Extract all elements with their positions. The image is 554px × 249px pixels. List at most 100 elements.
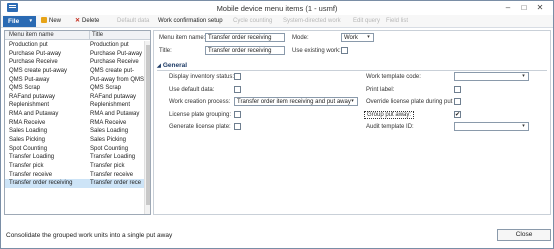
generate-license-plate-label: Generate license plate: bbox=[169, 124, 231, 130]
use-existing-work-label: Use existing work: bbox=[292, 48, 341, 54]
grid-row[interactable]: Production put Production put bbox=[5, 41, 144, 50]
group-put-away-label: Group put away: bbox=[364, 111, 415, 119]
section-divider bbox=[157, 70, 547, 71]
grid-row[interactable]: Replenishment Replenishment bbox=[5, 101, 144, 110]
row-title: Transfer Loading bbox=[90, 154, 136, 161]
status-message: Consolidate the grouped work units into … bbox=[6, 232, 173, 239]
row-menu-item-name: RAFand putaway bbox=[9, 93, 56, 100]
display-inventory-status-label: Display inventory status: bbox=[169, 74, 235, 80]
license-plate-grouping-label: License plate grouping: bbox=[169, 112, 232, 118]
file-label: File bbox=[8, 18, 20, 25]
detail-pane: Menu item name: Transfer order receiving… bbox=[153, 30, 551, 215]
chevron-down-icon: ▾ bbox=[522, 73, 525, 79]
grid-row[interactable]: Sales Picking Sales Picking bbox=[5, 136, 144, 145]
row-menu-item-name: Transfer receive bbox=[9, 171, 53, 178]
row-menu-item-name: Sales Loading bbox=[9, 128, 48, 135]
maximize-button[interactable]: □ bbox=[517, 3, 531, 13]
menu-items-grid: Menu item name Title Production put Produ… bbox=[4, 30, 151, 215]
work-creation-process-value: Transfer order item receiving and put aw… bbox=[237, 99, 351, 105]
system-directed-work-button[interactable]: System-directed work bbox=[283, 16, 341, 27]
row-title: Spot Counting bbox=[90, 145, 129, 152]
row-menu-item-name: QMS create put-away bbox=[9, 67, 68, 74]
title-label: Title: bbox=[159, 48, 172, 54]
generate-license-plate-checkbox[interactable] bbox=[234, 123, 241, 130]
row-title: Replenishment bbox=[90, 102, 131, 109]
mode-select[interactable]: Work ▾ bbox=[341, 33, 374, 42]
grid-row[interactable]: Transfer Loading Transfer Loading bbox=[5, 153, 144, 162]
grid-row[interactable]: Transfer pick Transfer pick bbox=[5, 162, 144, 171]
menu-item-name-label: Menu item name: bbox=[159, 35, 206, 41]
row-title: RMA and Putaway bbox=[90, 111, 140, 118]
row-title: Purchase Receive bbox=[90, 59, 139, 66]
audit-template-id-label: Audit template ID: bbox=[366, 124, 414, 130]
grid-row[interactable]: Spot Counting Spot Counting bbox=[5, 145, 144, 154]
grid-row[interactable]: Transfer receive Transfer receive bbox=[5, 171, 144, 180]
close-button[interactable]: Close bbox=[497, 229, 551, 241]
new-label: New bbox=[49, 18, 62, 24]
mode-value: Work bbox=[344, 35, 358, 41]
chevron-down-icon: ▾ bbox=[351, 98, 354, 104]
work-template-code-select[interactable]: ▾ bbox=[454, 72, 529, 81]
window-close-button[interactable]: ✕ bbox=[533, 3, 547, 13]
row-menu-item-name: Transfer pick bbox=[9, 162, 44, 169]
work-creation-process-select[interactable]: Transfer order item receiving and put aw… bbox=[234, 97, 358, 106]
grid-row[interactable]: RMA Receive RMA Receive bbox=[5, 119, 144, 128]
grid-row[interactable]: QMS create put-away QMS create put- bbox=[5, 67, 144, 76]
column-header-title[interactable]: Title bbox=[89, 31, 103, 39]
row-title: Purchase Put-away bbox=[90, 50, 143, 57]
column-header-menu-item-name[interactable]: Menu item name bbox=[9, 32, 54, 38]
row-title: Transfer pick bbox=[90, 162, 125, 169]
cycle-counting-button[interactable]: Cycle counting bbox=[233, 16, 272, 27]
license-plate-grouping-checkbox[interactable] bbox=[234, 111, 241, 118]
title-field[interactable]: Transfer order receiving bbox=[205, 46, 285, 55]
collapse-triangle-icon: ◢ bbox=[157, 63, 161, 69]
minimize-button[interactable]: – bbox=[501, 3, 515, 13]
override-license-plate-checkbox[interactable] bbox=[454, 98, 461, 105]
title-bar: Mobile device menu items (1 - usmf) – □ … bbox=[1, 1, 553, 15]
work-confirmation-setup-button[interactable]: Work confirmation setup bbox=[158, 16, 223, 27]
mode-label: Mode: bbox=[292, 35, 309, 41]
delete-icon: ✕ bbox=[75, 18, 81, 24]
grid-row[interactable]: RMA and Putaway RMA and Putaway bbox=[5, 110, 144, 119]
general-section-header[interactable]: ◢ General bbox=[157, 62, 187, 69]
file-menu-button[interactable]: File ▾ bbox=[3, 16, 36, 27]
row-title: Production put bbox=[90, 42, 129, 48]
new-button[interactable]: New bbox=[41, 16, 61, 27]
use-default-data-checkbox[interactable] bbox=[234, 86, 241, 93]
grid-row[interactable]: QMS Scrap QMS Scrap bbox=[5, 84, 144, 93]
row-title: QMS Scrap bbox=[90, 85, 122, 92]
grid-row[interactable]: Purchase Receive Purchase Receive bbox=[5, 58, 144, 67]
delete-label: Delete bbox=[82, 18, 100, 24]
row-menu-item-name: Transfer order receiving bbox=[9, 180, 73, 187]
use-default-data-label: Use default data: bbox=[169, 87, 215, 93]
menu-item-name-field[interactable]: Transfer order receiving bbox=[205, 33, 285, 42]
grid-row[interactable]: QMS Put-away Put-away from QMS bbox=[5, 76, 144, 85]
row-menu-item-name: Transfer Loading bbox=[9, 154, 55, 161]
row-menu-item-name: Sales Picking bbox=[9, 137, 46, 144]
grid-rows: Production put Production put Purchase Pu… bbox=[5, 41, 144, 188]
toolbar: File ▾ New ✕ Delete Default data Work con… bbox=[1, 15, 553, 28]
default-data-button[interactable]: Default data bbox=[117, 16, 149, 27]
row-menu-item-name: Purchase Receive bbox=[9, 59, 58, 66]
edit-query-button[interactable]: Edit query bbox=[353, 16, 380, 27]
scrollbar-thumb[interactable] bbox=[146, 45, 150, 205]
row-menu-item-name: Purchase Put-away bbox=[9, 50, 62, 57]
window-title: Mobile device menu items (1 - usmf) bbox=[216, 4, 338, 13]
row-menu-item-name: QMS Put-away bbox=[9, 76, 50, 83]
group-put-away-checkbox[interactable]: ✔ bbox=[454, 111, 461, 118]
print-label-checkbox[interactable] bbox=[454, 86, 461, 93]
override-license-plate-label: Override license plate during put bbox=[366, 99, 453, 105]
grid-header: Menu item name Title bbox=[5, 31, 150, 40]
grid-row[interactable]: RAFand putaway RAFand putaway bbox=[5, 93, 144, 102]
chevron-down-icon: ▾ bbox=[367, 34, 370, 40]
grid-row[interactable]: Purchase Put-away Purchase Put-away bbox=[5, 50, 144, 59]
grid-vertical-scrollbar[interactable] bbox=[144, 41, 150, 214]
use-existing-work-checkbox[interactable] bbox=[341, 47, 348, 54]
display-inventory-status-checkbox[interactable] bbox=[234, 73, 241, 80]
grid-row[interactable]: Sales Loading Sales Loading bbox=[5, 127, 144, 136]
grid-row[interactable]: Transfer order receiving Transfer order r… bbox=[5, 179, 144, 188]
row-title: RAFand putaway bbox=[90, 93, 137, 100]
delete-button[interactable]: ✕ Delete bbox=[75, 16, 99, 27]
audit-template-id-select[interactable]: ▾ bbox=[454, 122, 529, 131]
field-list-button[interactable]: Field list bbox=[386, 16, 408, 27]
